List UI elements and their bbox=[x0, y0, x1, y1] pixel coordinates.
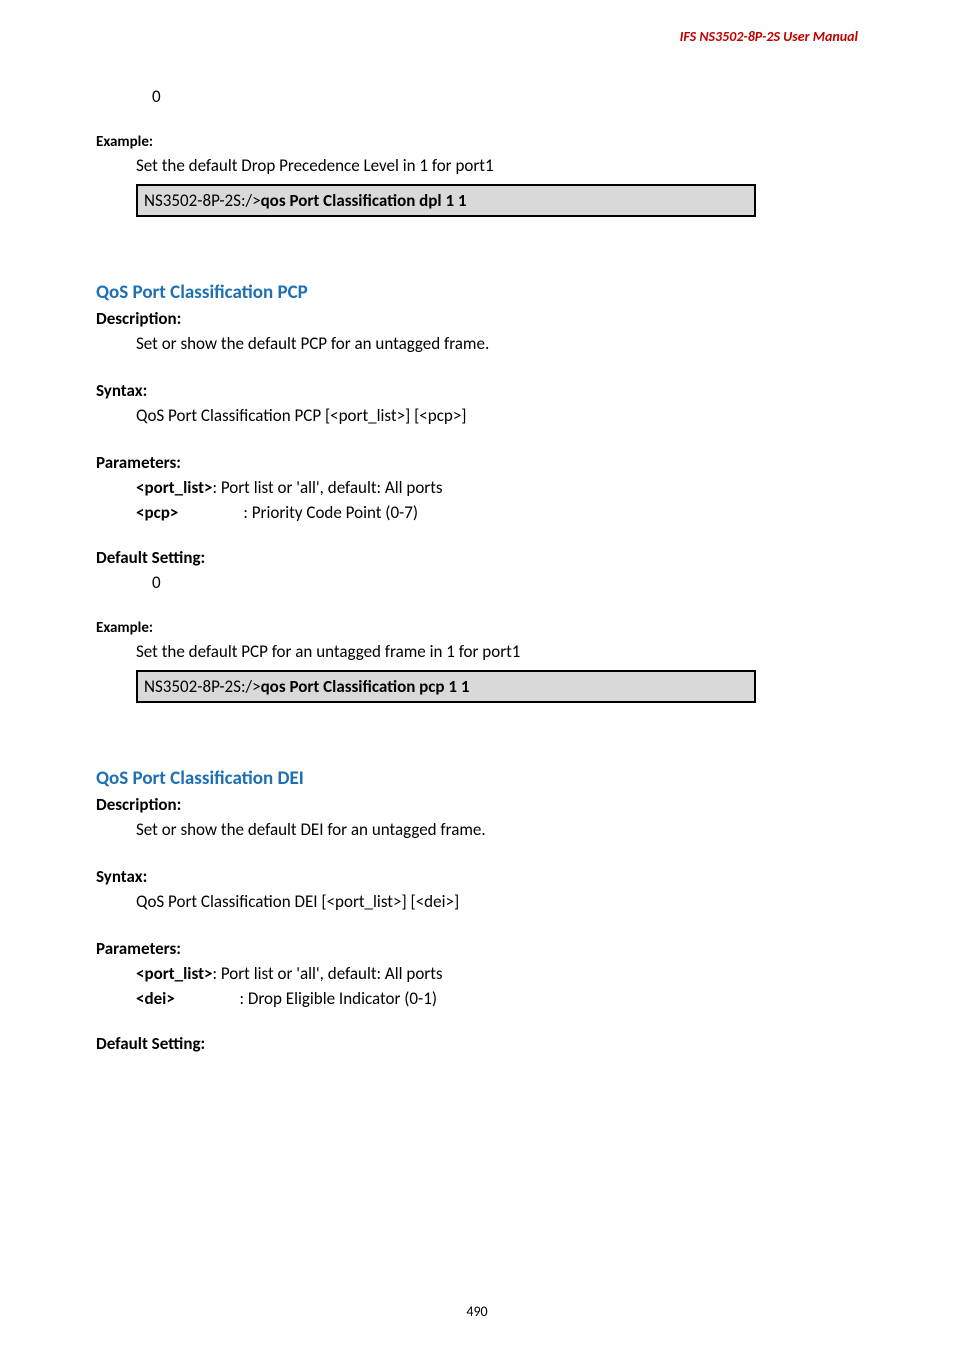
section-title-pcp: QoS Port Classification PCP bbox=[96, 281, 858, 304]
syntax-text-dei: QoS Port Classification DEI [<port_list>… bbox=[136, 891, 858, 914]
example-text-pcp: Set the default PCP for an untagged fram… bbox=[136, 641, 858, 664]
default-label-pcp: Default Setting: bbox=[96, 547, 858, 568]
example-label-top: Example: bbox=[96, 133, 858, 151]
description-label-dei: Description: bbox=[96, 794, 858, 815]
param-row-1-dei: <port_list>: Port list or 'all', default… bbox=[136, 963, 858, 984]
param-name: <port_list> bbox=[136, 963, 212, 984]
default-value-pcp: 0 bbox=[152, 572, 858, 595]
code-prefix: NS3502-8P-2S:/> bbox=[144, 676, 261, 697]
code-box-top: NS3502-8P-2S:/>qos Port Classification d… bbox=[136, 184, 756, 217]
param-row-2-pcp: <pcp> : Priority Code Point (0-7) bbox=[136, 502, 858, 523]
description-text-dei: Set or show the default DEI for an untag… bbox=[136, 819, 858, 842]
code-cmd: qos Port Classification pcp 1 1 bbox=[261, 676, 470, 697]
parameters-label-dei: Parameters: bbox=[96, 938, 858, 959]
description-text-pcp: Set or show the default PCP for an untag… bbox=[136, 333, 858, 356]
param-desc: : Drop Eligible Indicator (0-1) bbox=[240, 988, 437, 1009]
parameters-label-pcp: Parameters: bbox=[96, 452, 858, 473]
param-desc: : Port list or 'all', default: All ports bbox=[212, 963, 442, 984]
header-product: IFS NS3502-8P-2S User Manual bbox=[680, 28, 858, 45]
example-text-top: Set the default Drop Precedence Level in… bbox=[136, 155, 858, 178]
param-row-1-pcp: <port_list>: Port list or 'all', default… bbox=[136, 477, 858, 498]
syntax-text-pcp: QoS Port Classification PCP [<port_list>… bbox=[136, 405, 858, 428]
code-prefix: NS3502-8P-2S:/> bbox=[144, 190, 261, 211]
param-name: <pcp> bbox=[136, 502, 228, 523]
syntax-label-pcp: Syntax: bbox=[96, 380, 858, 401]
param-desc: : Port list or 'all', default: All ports bbox=[212, 477, 442, 498]
description-label-pcp: Description: bbox=[96, 308, 858, 329]
syntax-label-dei: Syntax: bbox=[96, 866, 858, 887]
param-name: <port_list> bbox=[136, 477, 212, 498]
section-title-dei: QoS Port Classification DEI bbox=[96, 767, 858, 790]
param-row-2-dei: <dei> : Drop Eligible Indicator (0-1) bbox=[136, 988, 858, 1009]
page-number: 490 bbox=[0, 1303, 954, 1320]
param-name: <dei> bbox=[136, 988, 228, 1009]
code-cmd: qos Port Classification dpl 1 1 bbox=[261, 190, 467, 211]
top-zero: 0 bbox=[152, 86, 858, 109]
code-box-pcp: NS3502-8P-2S:/>qos Port Classification p… bbox=[136, 670, 756, 703]
param-desc: : Priority Code Point (0-7) bbox=[243, 502, 418, 523]
default-label-dei: Default Setting: bbox=[96, 1033, 858, 1054]
example-label-pcp: Example: bbox=[96, 619, 858, 637]
